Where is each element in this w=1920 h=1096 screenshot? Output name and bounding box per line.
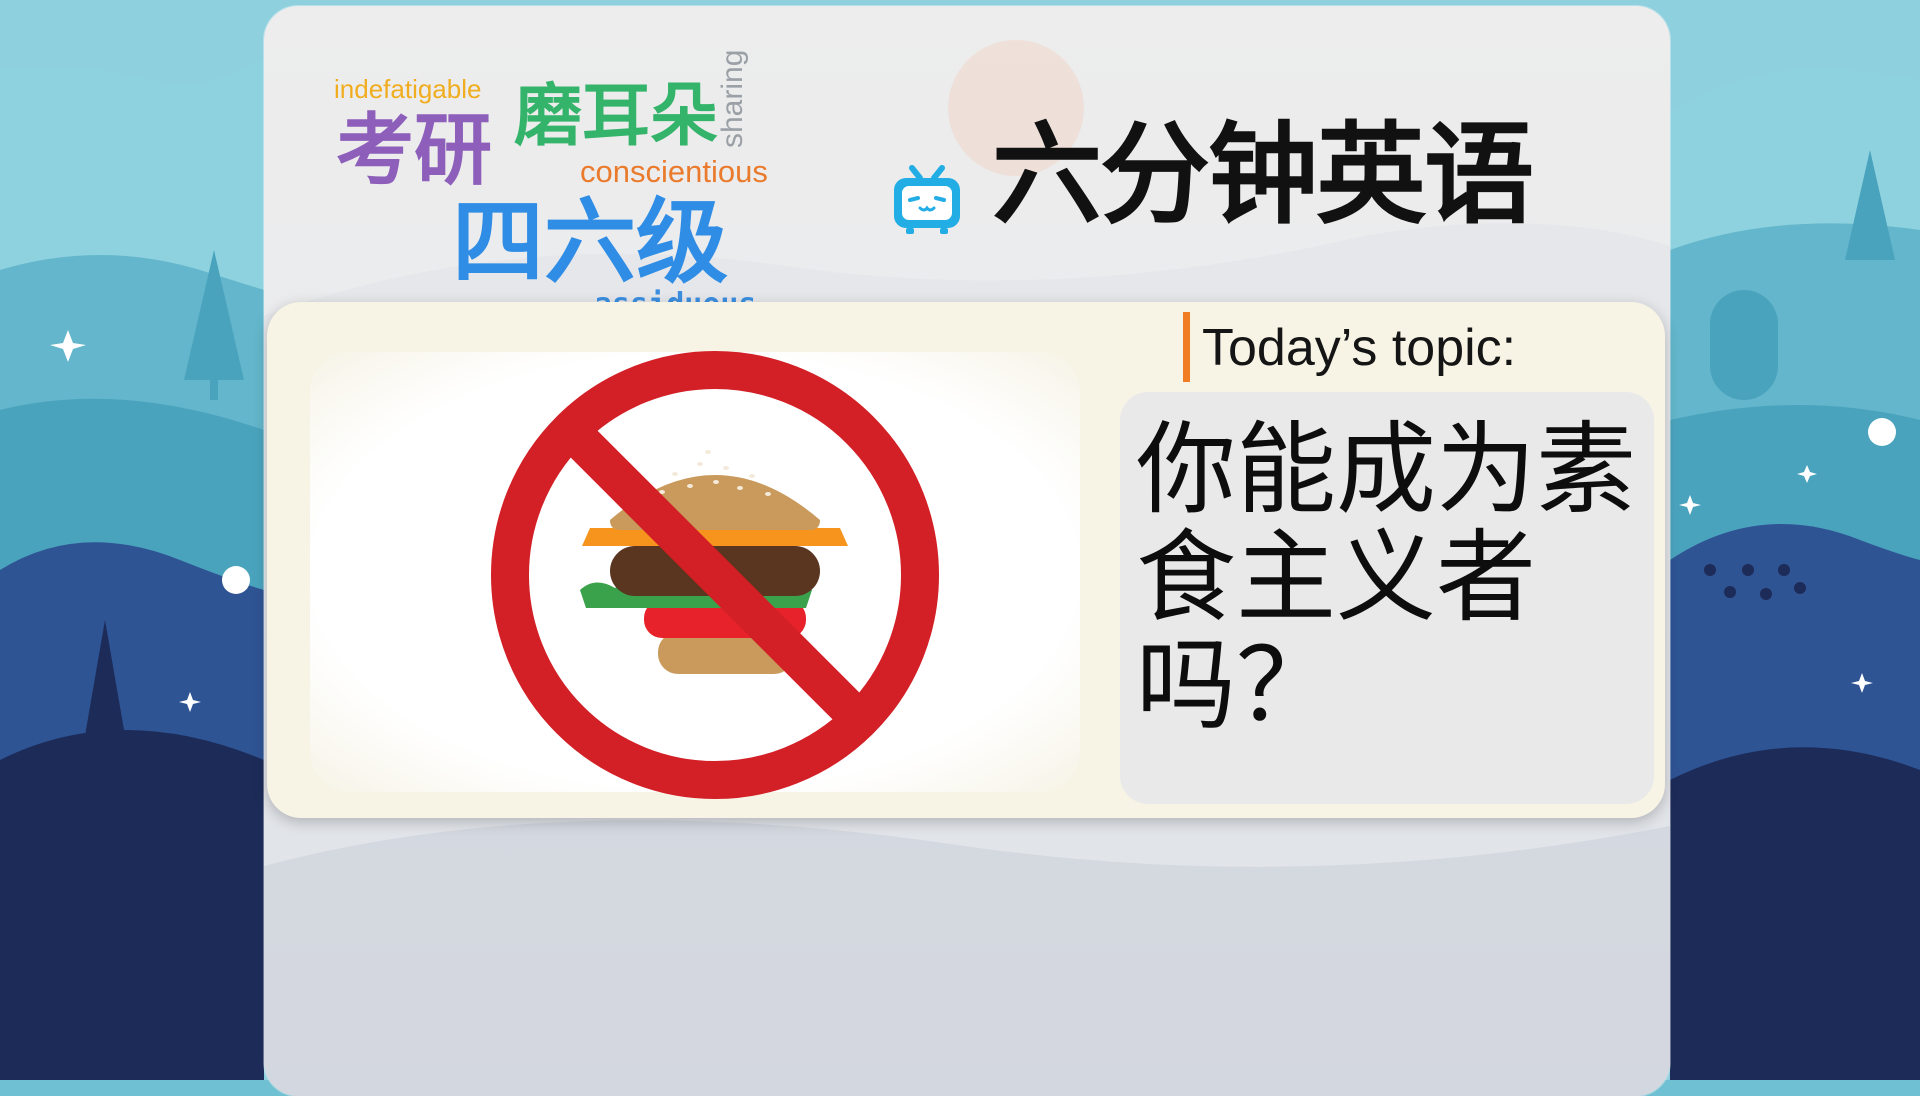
word-indefatigable: indefatigable [334,74,482,104]
word-conscientious: conscientious [580,154,768,189]
word-kaoyan: 考研 [336,105,493,196]
word-sharing: sharing [716,49,749,148]
no-burger-icon [491,351,939,799]
topic-label: Today’s topic: [1202,319,1517,377]
tv-icon [894,165,960,234]
topic-text: 你能成为素食主义者吗？ [1136,411,1636,744]
page-title: 六分钟英语 [992,111,1534,239]
topic-accent-bar [1183,312,1190,382]
word-moerduo: 磨耳朵 [514,76,719,156]
word-siliuji: 四六级 [452,188,729,296]
